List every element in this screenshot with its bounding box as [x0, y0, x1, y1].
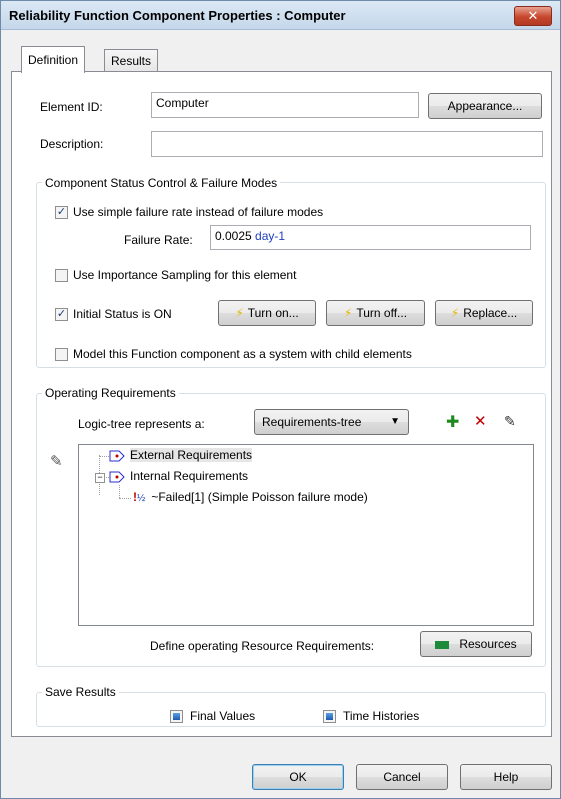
- final-values-label: Final Values: [190, 709, 256, 723]
- resources-icon: [435, 640, 450, 649]
- time-histories-checkbox[interactable]: [323, 710, 336, 723]
- close-button[interactable]: ✕: [514, 6, 552, 26]
- delete-icon[interactable]: ✕: [474, 412, 487, 430]
- tab-results[interactable]: Results: [104, 49, 159, 72]
- final-values-checkbox[interactable]: [170, 710, 183, 723]
- initial-status-label: Initial Status is ON: [73, 307, 172, 321]
- collapse-toggle[interactable]: −: [95, 473, 105, 483]
- description-label: Description:: [40, 137, 104, 151]
- tree-item-failed[interactable]: !½ ~Failed[1] (Simple Poisson failure mod…: [133, 490, 368, 504]
- status-control-group-title: Component Status Control & Failure Modes: [42, 176, 281, 190]
- simple-failure-rate-label: Use simple failure rate instead of failu…: [73, 205, 324, 219]
- requirements-tree[interactable]: − External Requirements Internal Require…: [78, 444, 534, 626]
- lightning-icon: ⚡: [235, 306, 244, 320]
- requirement-node-icon: [109, 450, 125, 462]
- element-id-label: Element ID:: [40, 100, 103, 114]
- appearance-button[interactable]: Appearance...: [428, 93, 542, 119]
- requirement-node-icon: [109, 471, 125, 483]
- resources-label: Define operating Resource Requirements:: [150, 639, 375, 653]
- failure-rate-label: Failure Rate:: [124, 233, 193, 247]
- turn-on-button[interactable]: ⚡ Turn on...: [218, 300, 316, 326]
- element-id-field[interactable]: Computer: [151, 92, 419, 118]
- model-system-label: Model this Function component as a syste…: [73, 347, 412, 361]
- chevron-down-icon: ▼: [390, 416, 400, 427]
- simple-failure-rate-checkbox[interactable]: ✓: [55, 206, 68, 219]
- resources-button-label: Resources: [459, 637, 517, 651]
- dialog-window: Reliability Function Component Propertie…: [0, 0, 561, 799]
- resources-button[interactable]: Resources: [420, 631, 532, 657]
- logic-tree-value: Requirements-tree: [262, 415, 362, 429]
- description-field[interactable]: [151, 131, 543, 157]
- window-title: Reliability Function Component Propertie…: [9, 8, 346, 23]
- tree-item-external[interactable]: External Requirements: [109, 448, 253, 462]
- title-bar: Reliability Function Component Propertie…: [1, 1, 560, 30]
- turn-off-button[interactable]: ⚡ Turn off...: [326, 300, 425, 326]
- tab-definition[interactable]: Definition: [21, 46, 86, 73]
- tree-item-internal-label: Internal Requirements: [130, 469, 249, 483]
- failure-rate-value: 0.0025: [215, 229, 252, 243]
- add-icon[interactable]: ✚: [446, 412, 459, 432]
- time-histories-label: Time Histories: [343, 709, 420, 723]
- turn-off-label: Turn off...: [356, 306, 408, 320]
- initial-status-checkbox[interactable]: ✓: [55, 308, 68, 321]
- lightning-icon: ⚡: [343, 306, 353, 320]
- logic-tree-dropdown[interactable]: Requirements-tree ▼: [254, 409, 409, 435]
- pin-icon[interactable]: ✎: [50, 452, 63, 470]
- failure-mode-icon-symbol: ½: [137, 493, 146, 504]
- save-results-title: Save Results: [42, 685, 119, 699]
- edit-pencil-icon[interactable]: ✎: [504, 413, 516, 430]
- logic-tree-label: Logic-tree represents a:: [78, 417, 205, 431]
- turn-on-label: Turn on...: [247, 306, 299, 320]
- tree-item-external-label: External Requirements: [130, 448, 253, 462]
- ok-button[interactable]: OK: [252, 764, 344, 790]
- replace-button[interactable]: ⚡ Replace...: [435, 300, 533, 326]
- operating-requirements-title: Operating Requirements: [42, 386, 179, 400]
- replace-label: Replace...: [463, 306, 518, 320]
- help-button[interactable]: Help: [460, 764, 552, 790]
- importance-sampling-checkbox[interactable]: [55, 269, 68, 282]
- cancel-button[interactable]: Cancel: [356, 764, 448, 790]
- failure-rate-unit: day-1: [255, 229, 286, 243]
- tree-item-failed-label: ~Failed[1] (Simple Poisson failure mode): [151, 490, 368, 504]
- lightning-icon: ⚡: [450, 306, 460, 320]
- model-system-checkbox[interactable]: [55, 348, 68, 361]
- importance-sampling-label: Use Importance Sampling for this element: [73, 268, 297, 282]
- failure-rate-field[interactable]: 0.0025 day-1: [210, 225, 531, 250]
- tree-item-internal[interactable]: Internal Requirements: [109, 469, 248, 483]
- definition-panel: Element ID: Computer Appearance... Descr…: [11, 71, 552, 737]
